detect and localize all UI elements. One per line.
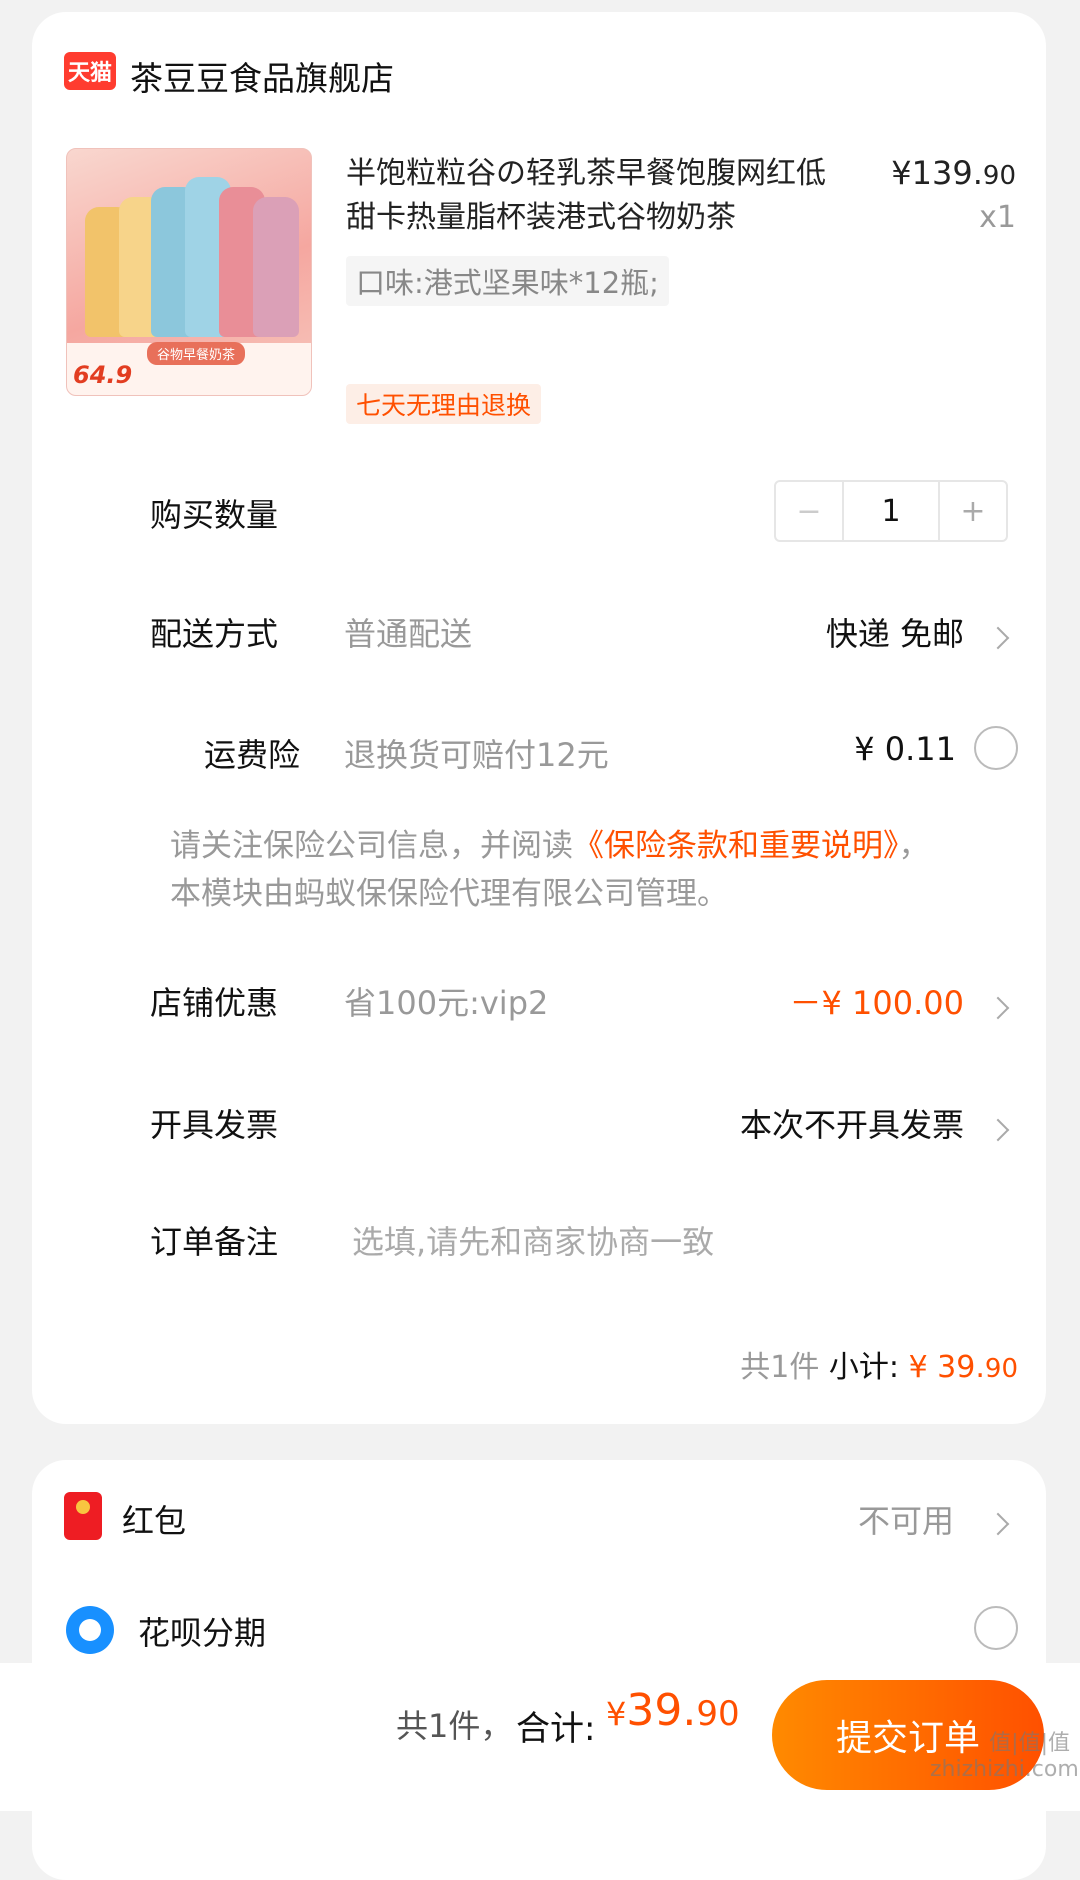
product-title[interactable]: 半饱粒粒谷の轻乳茶早餐饱腹网红低甜卡热量脂杯装港式谷物奶茶 bbox=[346, 152, 846, 240]
huabei-icon bbox=[66, 1606, 114, 1654]
footer-total-label: 合计: bbox=[516, 1709, 596, 1749]
product-quantity: x1 bbox=[979, 200, 1016, 235]
chevron-right-icon[interactable] bbox=[986, 626, 1010, 650]
notice-text: 本模块由蚂蚁保保险代理有限公司管理。 bbox=[170, 876, 728, 912]
plus-button[interactable]: + bbox=[938, 482, 1006, 540]
huabei-radio[interactable] bbox=[974, 1606, 1018, 1650]
invoice-value[interactable]: 本次不开具发票 bbox=[740, 1100, 964, 1146]
subtotal-amount-decimal: 90 bbox=[984, 1354, 1018, 1384]
chevron-right-icon[interactable] bbox=[986, 996, 1010, 1020]
watermark: 值|值|值 zhizhizhi.com bbox=[930, 1731, 1079, 1782]
huabei-icon-inner bbox=[79, 1619, 101, 1641]
red-packet-label: 红包 bbox=[122, 1502, 187, 1540]
order-card: 天猫 茶豆豆食品旗舰店 谷物早餐奶茶 64.9 半饱粒粒谷の轻乳茶早餐饱腹网红低… bbox=[32, 12, 1046, 1424]
discount-value[interactable]: －¥ 100.00 bbox=[789, 978, 964, 1024]
discount-desc: 省100元:vip2 bbox=[344, 984, 549, 1022]
subtotal-amount-main: ¥ 39. bbox=[908, 1350, 985, 1385]
subtotal-label: 小计: bbox=[828, 1350, 900, 1385]
chevron-right-icon[interactable] bbox=[986, 1512, 1010, 1536]
insurance-notice: 请关注保险公司信息，并阅读《保险条款和重要说明》， 本模块由蚂蚁保保险代理有限公… bbox=[170, 822, 1030, 918]
footer-amount-decimal: 90 bbox=[696, 1694, 740, 1734]
chevron-right-icon[interactable] bbox=[986, 1118, 1010, 1142]
subtotal-amount: ¥ 39.90 bbox=[909, 1350, 1018, 1385]
red-packet-value[interactable]: 不可用 bbox=[858, 1496, 954, 1542]
tmall-logo-icon: 天猫 bbox=[64, 52, 116, 90]
product-spec[interactable]: 口味:港式坚果味*12瓶; bbox=[346, 256, 669, 306]
product-thumbnail[interactable]: 谷物早餐奶茶 64.9 bbox=[66, 148, 312, 396]
notice-text: 请关注保险公司信息，并阅读 bbox=[170, 828, 573, 864]
footer-count: 共1件， bbox=[396, 1707, 513, 1745]
insurance-desc: 退换货可赔付12元 bbox=[344, 736, 609, 774]
delivery-method: 普通配送 bbox=[344, 615, 473, 653]
notice-text: ， bbox=[898, 828, 930, 864]
subtotal-count: 共1件 bbox=[740, 1350, 820, 1385]
return-policy-badge: 七天无理由退换 bbox=[346, 384, 542, 424]
quantity-label: 购买数量 bbox=[150, 496, 279, 534]
insurance-label: 运费险 bbox=[204, 736, 301, 774]
bottle-image bbox=[253, 197, 299, 337]
product-price: ¥139.90 bbox=[891, 154, 1016, 192]
remark-label: 订单备注 bbox=[150, 1223, 279, 1261]
price-decimal: 90 bbox=[982, 161, 1016, 191]
red-packet-icon bbox=[64, 1492, 102, 1540]
footer-total-amount: ¥39.90 bbox=[606, 1685, 740, 1736]
insurance-radio[interactable] bbox=[974, 726, 1018, 770]
insurance-price: ¥ 0.11 bbox=[854, 730, 956, 768]
shop-name[interactable]: 茶豆豆食品旗舰店 bbox=[130, 52, 394, 100]
minus-button[interactable]: − bbox=[776, 482, 844, 540]
red-packet-seal bbox=[76, 1500, 90, 1514]
insurance-terms-link[interactable]: 《保险条款和重要说明》 bbox=[573, 828, 899, 864]
delivery-label: 配送方式 bbox=[150, 615, 279, 653]
delivery-value[interactable]: 快递 免邮 bbox=[826, 609, 964, 655]
thumb-tag: 谷物早餐奶茶 bbox=[147, 342, 246, 365]
quantity-stepper[interactable]: − 1 + bbox=[774, 480, 1008, 542]
huabei-label: 花呗分期 bbox=[138, 1614, 267, 1652]
quantity-value[interactable]: 1 bbox=[844, 482, 938, 540]
remark-input[interactable]: 选填,请先和商家协商一致 bbox=[352, 1217, 714, 1263]
thumb-price: 64.9 bbox=[73, 361, 133, 389]
footer-currency: ¥ bbox=[606, 1695, 627, 1733]
subtotal: 共1件 小计: ¥ 39.90 bbox=[740, 1342, 1018, 1386]
discount-label: 店铺优惠 bbox=[150, 984, 279, 1022]
footer-amount-main: 39. bbox=[626, 1685, 697, 1736]
price-main: ¥139. bbox=[891, 154, 983, 192]
invoice-label: 开具发票 bbox=[150, 1106, 279, 1144]
